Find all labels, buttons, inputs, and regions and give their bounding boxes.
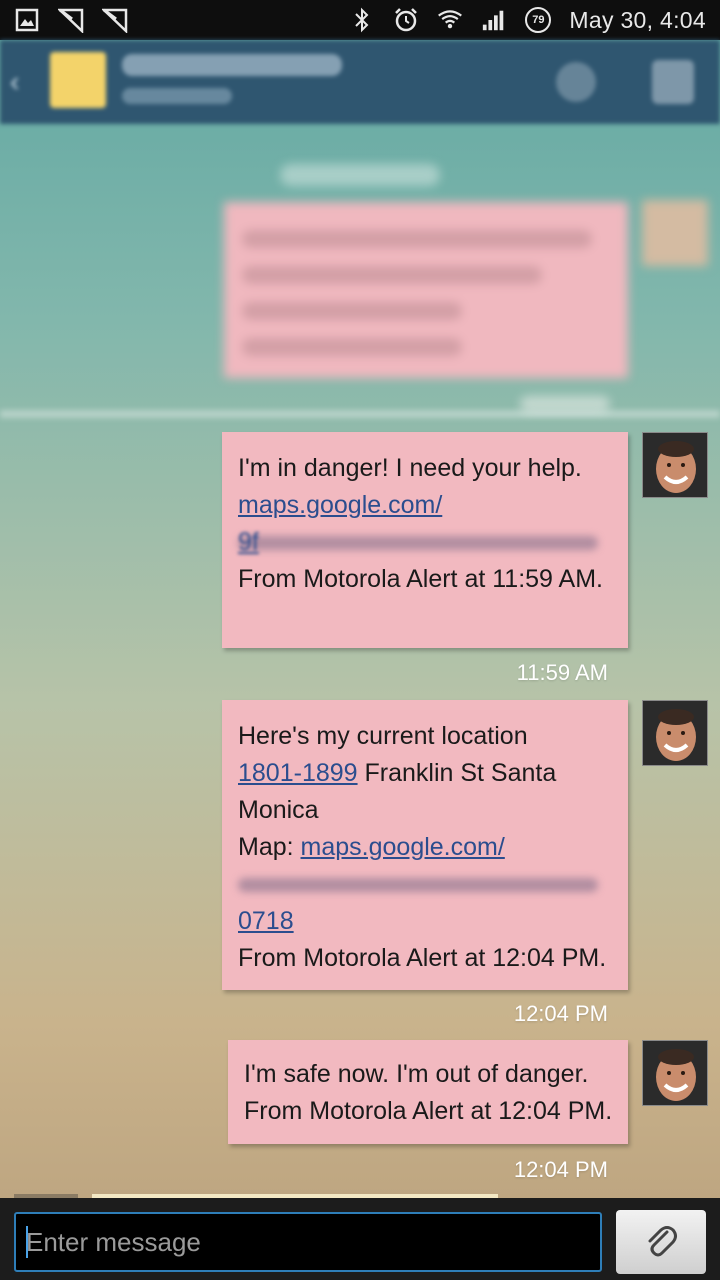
redacted-earlier-messages xyxy=(0,124,720,424)
link-tail[interactable]: 0718 xyxy=(238,907,294,935)
gallery-icon xyxy=(14,7,40,33)
link-tail[interactable]: 9f xyxy=(238,528,259,556)
sender-avatar xyxy=(642,432,708,498)
map-link[interactable]: maps.google.com/ xyxy=(238,491,442,519)
battery-icon: 79 xyxy=(525,7,552,33)
redacted-link xyxy=(238,866,612,903)
message-input[interactable] xyxy=(14,1212,602,1272)
conversation-header: ‹ xyxy=(0,40,720,124)
message-timestamp: 12:04 PM xyxy=(513,1001,608,1026)
back-icon[interactable]: ‹ xyxy=(10,66,34,97)
status-time: May 30, 4:04 xyxy=(569,6,706,33)
redacted-link xyxy=(238,524,612,561)
status-left-icons xyxy=(14,7,128,33)
address-text: Franklin St Santa xyxy=(357,759,557,787)
missed-call-icon xyxy=(58,7,84,33)
contact-name-redacted xyxy=(122,54,342,76)
map-label: Map: xyxy=(238,833,301,861)
wifi-icon xyxy=(437,7,463,33)
contact-number-redacted xyxy=(122,88,232,104)
alarm-icon xyxy=(393,7,419,33)
date-separator xyxy=(280,164,440,186)
attach-button[interactable] xyxy=(616,1210,706,1274)
missed-call-icon xyxy=(102,7,128,33)
contact-avatar[interactable] xyxy=(50,52,106,108)
text-cursor xyxy=(26,1226,28,1258)
message-text: I'm in danger! I need your help. xyxy=(238,454,582,482)
message-text: Here's my current location xyxy=(238,722,528,750)
contact-button[interactable] xyxy=(652,60,694,104)
sender-avatar xyxy=(642,1040,708,1106)
message-footer: From Motorola Alert at 12:04 PM. xyxy=(238,944,607,972)
divider xyxy=(0,410,720,418)
address-link[interactable]: 1801-1899 xyxy=(238,759,358,787)
status-right-icons: 79 May 30, 4:04 xyxy=(349,7,706,34)
message-timestamp: 11:59 AM xyxy=(516,660,608,685)
bluetooth-icon xyxy=(349,7,375,33)
sender-avatar xyxy=(642,200,708,266)
message-bubble[interactable]: I'm safe now. I'm out of danger. From Mo… xyxy=(228,1040,628,1144)
map-link[interactable]: maps.google.com/ xyxy=(301,833,505,861)
message-bubble[interactable]: Here's my current location 1801-1899 Fra… xyxy=(222,700,628,990)
message-bubble[interactable]: I'm in danger! I need your help. maps.go… xyxy=(222,432,628,648)
signal-icon xyxy=(481,7,507,33)
redacted-message-bubble xyxy=(224,202,628,378)
message-footer: From Motorola Alert at 12:04 PM. xyxy=(244,1097,613,1125)
message-text: I'm safe now. I'm out of danger. xyxy=(244,1060,589,1088)
message-footer: From Motorola Alert at 11:59 AM. xyxy=(238,565,603,593)
message-timestamp: 12:04 PM xyxy=(513,1157,608,1182)
address-city: Monica xyxy=(238,796,319,824)
call-button[interactable] xyxy=(556,62,596,102)
status-bar: 79 May 30, 4:04 xyxy=(0,0,720,40)
sender-avatar xyxy=(642,700,708,766)
paperclip-icon xyxy=(641,1220,681,1265)
